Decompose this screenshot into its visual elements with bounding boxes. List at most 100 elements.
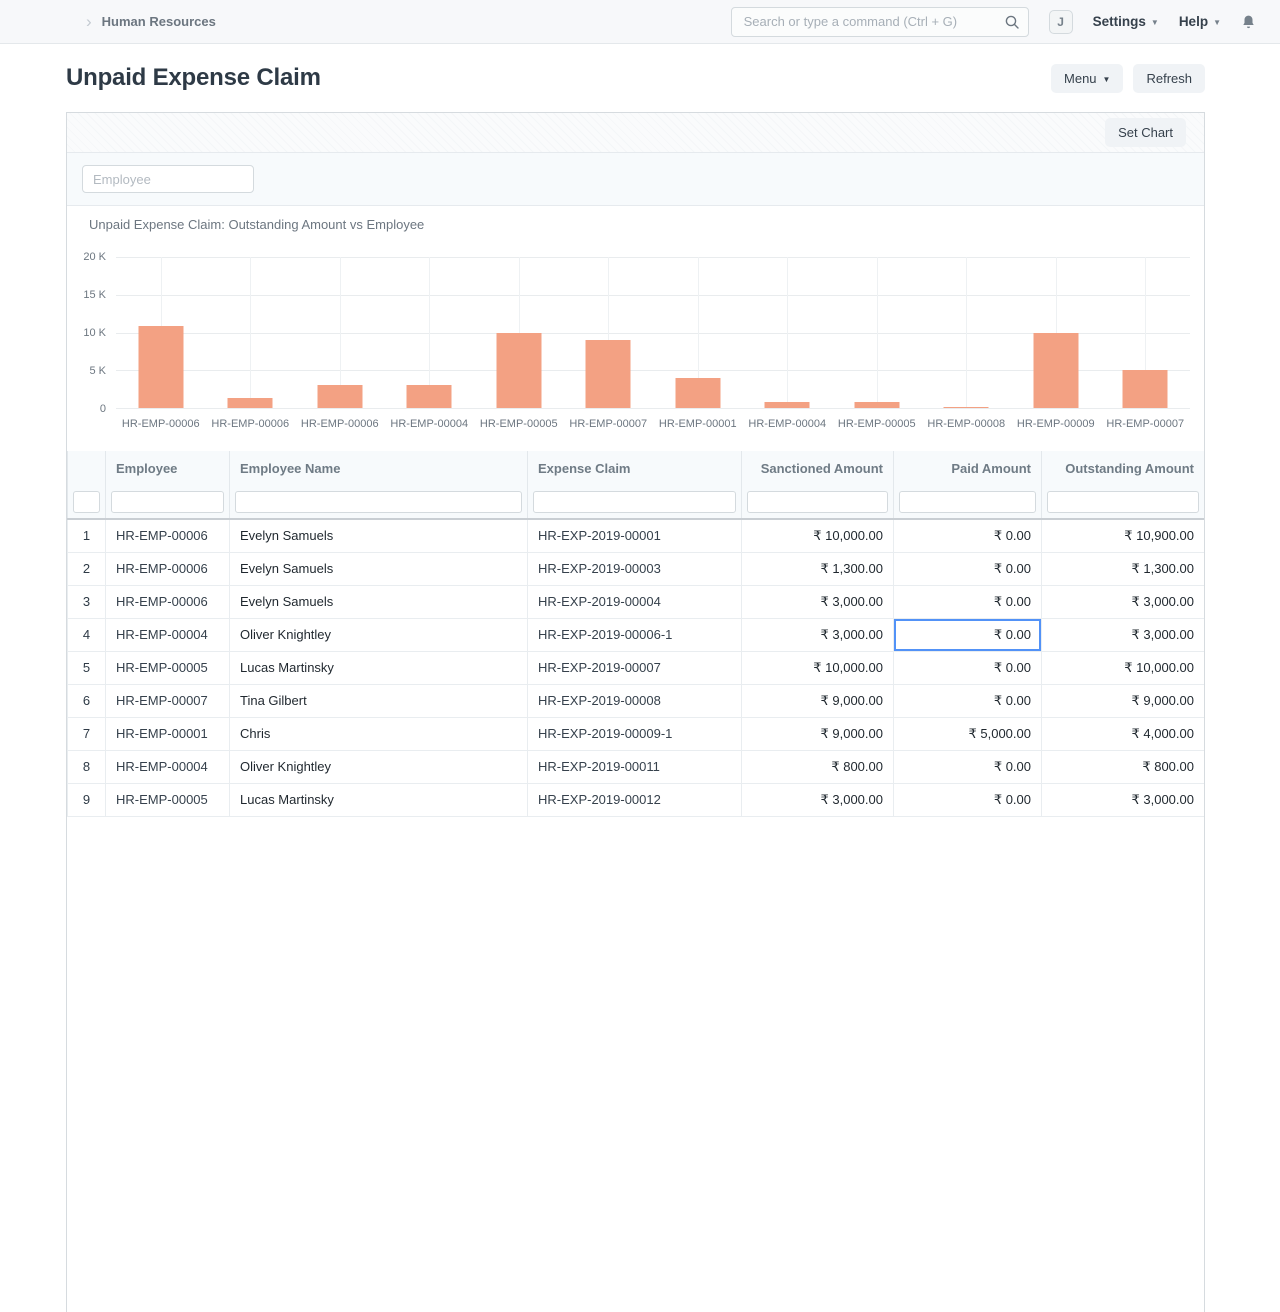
table-row[interactable]: 3 HR-EMP-00006 Evelyn Samuels HR-EXP-201… [68,585,1205,618]
bell-icon[interactable] [1241,14,1256,30]
chart-column [116,257,206,408]
outstanding-amount-cell[interactable]: ₹ 10,000.00 [1042,651,1205,684]
employee-name-cell[interactable]: Evelyn Samuels [230,552,528,585]
sanctioned-amount-cell[interactable]: ₹ 10,000.00 [742,519,894,552]
search-input[interactable] [731,7,1029,37]
filter-input-outstanding-amount[interactable] [1047,491,1199,513]
expense-claim-cell[interactable]: HR-EXP-2019-00006-1 [528,618,742,651]
employee-cell[interactable]: HR-EMP-00006 [106,519,230,552]
x-tick-label: HR-EMP-00001 [653,418,743,430]
outstanding-amount-cell[interactable]: ₹ 4,000.00 [1042,717,1205,750]
employee-name-cell[interactable]: Tina Gilbert [230,684,528,717]
sanctioned-amount-cell[interactable]: ₹ 3,000.00 [742,585,894,618]
bar[interactable] [765,402,810,408]
chevron-right-icon: › [86,13,92,30]
outstanding-amount-cell[interactable]: ₹ 1,300.00 [1042,552,1205,585]
column-header[interactable]: Outstanding Amount [1042,451,1205,486]
bar[interactable] [317,385,362,408]
sanctioned-amount-cell[interactable]: ₹ 800.00 [742,750,894,783]
expense-claim-cell[interactable]: HR-EXP-2019-00011 [528,750,742,783]
outstanding-amount-cell[interactable]: ₹ 3,000.00 [1042,585,1205,618]
outstanding-amount-cell[interactable]: ₹ 9,000.00 [1042,684,1205,717]
paid-amount-cell[interactable]: ₹ 0.00 [894,651,1042,684]
column-header[interactable]: Employee [106,451,230,486]
column-header[interactable]: Paid Amount [894,451,1042,486]
employee-name-cell[interactable]: Lucas Martinsky [230,651,528,684]
sanctioned-amount-cell[interactable]: ₹ 9,000.00 [742,684,894,717]
expense-claim-cell[interactable]: HR-EXP-2019-00003 [528,552,742,585]
table-header-row: EmployeeEmployee NameExpense ClaimSancti… [68,451,1205,486]
employee-name-cell[interactable]: Evelyn Samuels [230,519,528,552]
filter-input-sanctioned-amount[interactable] [747,491,888,513]
employee-name-cell[interactable]: Oliver Knightley [230,750,528,783]
bar[interactable] [228,398,273,408]
table-row[interactable]: 4 HR-EMP-00004 Oliver Knightley HR-EXP-2… [68,618,1205,651]
employee-cell[interactable]: HR-EMP-00005 [106,651,230,684]
employee-cell[interactable]: HR-EMP-00004 [106,618,230,651]
employee-cell[interactable]: HR-EMP-00006 [106,585,230,618]
expense-claim-cell[interactable]: HR-EXP-2019-00001 [528,519,742,552]
paid-amount-cell[interactable]: ₹ 0.00 [894,684,1042,717]
paid-amount-cell[interactable]: ₹ 5,000.00 [894,717,1042,750]
set-chart-button[interactable]: Set Chart [1105,118,1186,147]
refresh-button[interactable]: Refresh [1133,64,1205,93]
bar[interactable] [1123,370,1168,408]
bar[interactable] [675,378,720,408]
paid-amount-cell[interactable]: ₹ 0.00 [894,585,1042,618]
expense-claim-cell[interactable]: HR-EXP-2019-00004 [528,585,742,618]
employee-name-cell[interactable]: Evelyn Samuels [230,585,528,618]
paid-amount-cell[interactable]: ₹ 0.00 [894,750,1042,783]
expense-claim-cell[interactable]: HR-EXP-2019-00008 [528,684,742,717]
bar[interactable] [586,340,631,408]
employee-cell[interactable]: HR-EMP-00007 [106,684,230,717]
sanctioned-amount-cell[interactable]: ₹ 9,000.00 [742,717,894,750]
sanctioned-amount-cell[interactable]: ₹ 10,000.00 [742,651,894,684]
column-header[interactable] [68,451,106,486]
filter-input-index[interactable] [73,491,100,513]
sanctioned-amount-cell[interactable]: ₹ 1,300.00 [742,552,894,585]
table-row[interactable]: 8 HR-EMP-00004 Oliver Knightley HR-EXP-2… [68,750,1205,783]
employee-name-cell[interactable]: Oliver Knightley [230,618,528,651]
column-header[interactable]: Employee Name [230,451,528,486]
filter-input-employee[interactable] [111,491,224,513]
column-header[interactable]: Sanctioned Amount [742,451,894,486]
bar[interactable] [1033,333,1078,409]
help-menu[interactable]: Help ▼ [1179,14,1221,29]
bar[interactable] [407,385,452,408]
expense-claim-cell[interactable]: HR-EXP-2019-00007 [528,651,742,684]
paid-amount-cell[interactable]: ₹ 0.00 [894,552,1042,585]
paid-amount-cell[interactable]: ₹ 0.00 [894,618,1042,651]
bar[interactable] [944,407,989,408]
navbar: › Human Resources J Settings ▼ Help ▼ [0,0,1280,44]
breadcrumb-human-resources[interactable]: Human Resources [102,14,216,29]
sanctioned-amount-cell[interactable]: ₹ 3,000.00 [742,618,894,651]
paid-amount-cell[interactable]: ₹ 0.00 [894,519,1042,552]
menu-button[interactable]: Menu ▼ [1051,64,1123,93]
table-row[interactable]: 5 HR-EMP-00005 Lucas Martinsky HR-EXP-20… [68,651,1205,684]
chart-column [832,257,922,408]
bar[interactable] [138,326,183,408]
table-row[interactable]: 7 HR-EMP-00001 Chris HR-EXP-2019-00009-1… [68,717,1205,750]
avatar[interactable]: J [1049,10,1073,34]
column-header[interactable]: Expense Claim [528,451,742,486]
employee-filter-input[interactable] [82,165,254,193]
employee-name-cell[interactable]: Chris [230,717,528,750]
outstanding-amount-cell[interactable]: ₹ 3,000.00 [1042,618,1205,651]
x-tick-label: HR-EMP-00007 [564,418,654,430]
filter-input-expense-claim[interactable] [533,491,736,513]
bar[interactable] [854,402,899,408]
table-row[interactable]: 6 HR-EMP-00007 Tina Gilbert HR-EXP-2019-… [68,684,1205,717]
outstanding-amount-cell[interactable]: ₹ 800.00 [1042,750,1205,783]
bar[interactable] [496,333,541,409]
table-row[interactable]: 1 HR-EMP-00006 Evelyn Samuels HR-EXP-201… [68,519,1205,552]
filter-input-paid-amount[interactable] [899,491,1036,513]
employee-cell[interactable]: HR-EMP-00004 [106,750,230,783]
filter-input-employee-name[interactable] [235,491,522,513]
employee-cell[interactable]: HR-EMP-00001 [106,717,230,750]
row-index-cell: 5 [68,651,106,684]
expense-claim-cell[interactable]: HR-EXP-2019-00009-1 [528,717,742,750]
table-row[interactable]: 2 HR-EMP-00006 Evelyn Samuels HR-EXP-201… [68,552,1205,585]
settings-menu[interactable]: Settings ▼ [1093,14,1159,29]
outstanding-amount-cell[interactable]: ₹ 10,900.00 [1042,519,1205,552]
employee-cell[interactable]: HR-EMP-00006 [106,552,230,585]
